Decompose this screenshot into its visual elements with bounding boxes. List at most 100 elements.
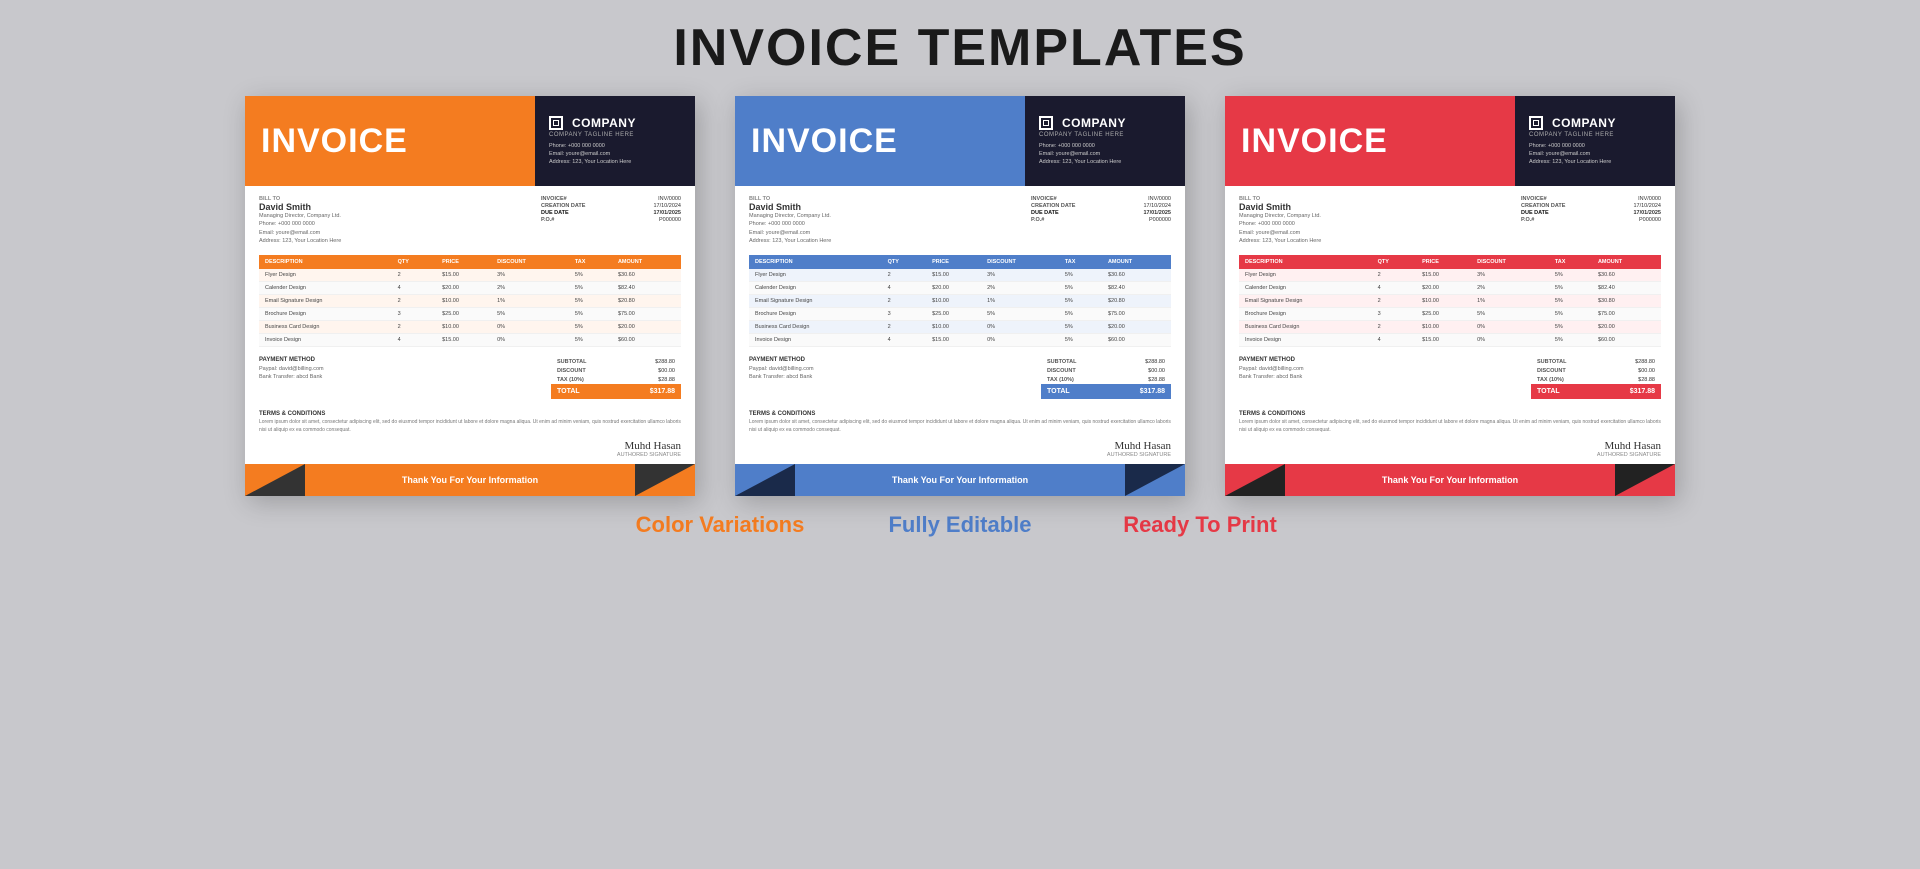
header-left: INVOICE bbox=[735, 96, 1025, 186]
table-cell: Flyer Design bbox=[259, 269, 392, 282]
invoice-value: INV/0000 bbox=[1148, 196, 1171, 202]
signature-section: Muhd Hasan Authored Signature bbox=[1225, 438, 1675, 464]
summary-tax: TAX (10%) $28.88 bbox=[1531, 375, 1661, 384]
meta-invoice: INVOICE# INV/0000 bbox=[541, 196, 681, 202]
table-row: Brochure Design3$25.005%5%$75.00 bbox=[749, 308, 1171, 321]
table-cell: 3% bbox=[491, 269, 569, 282]
card-footer: Thank You For Your Information bbox=[735, 464, 1185, 496]
template-card-red: INVOICE COMPANY COMPANY TAGLINE HERE Pho… bbox=[1225, 96, 1675, 496]
table-header: DISCOUNT bbox=[981, 255, 1059, 269]
table-header: DESCRIPTION bbox=[259, 255, 392, 269]
table-cell: 5% bbox=[1059, 295, 1102, 308]
bill-right: INVOICE# INV/0000 CREATION DATE 17/10/20… bbox=[1521, 196, 1661, 245]
payment-label: PAYMENT METHOD bbox=[1239, 357, 1531, 363]
po-value: P000000 bbox=[659, 217, 681, 223]
table-cell: $20.00 bbox=[1592, 321, 1661, 334]
creation-value: 17/10/2024 bbox=[1143, 203, 1171, 209]
table-row: Brochure Design3$25.005%5%$75.00 bbox=[259, 308, 681, 321]
payment-label: PAYMENT METHOD bbox=[749, 357, 1041, 363]
footer-triangle-left bbox=[245, 464, 305, 496]
table-row: Email Signature Design2$10.001%5%$30.80 bbox=[1239, 295, 1661, 308]
card-footer: Thank You For Your Information bbox=[1225, 464, 1675, 496]
table-cell: $60.00 bbox=[1102, 334, 1171, 347]
company-tagline: COMPANY TAGLINE HERE bbox=[1039, 132, 1124, 138]
feature-label-0: Color Variations bbox=[620, 512, 820, 538]
company-info: Phone: +000 000 0000 Email: youre@email.… bbox=[1529, 142, 1611, 167]
table-cell: 2 bbox=[392, 269, 436, 282]
company-address: Address: 123, Your Location Here bbox=[1529, 158, 1611, 166]
due-value: 17/01/2025 bbox=[1633, 210, 1661, 216]
po-value: P000000 bbox=[1149, 217, 1171, 223]
table-row: Business Card Design2$10.000%5%$20.00 bbox=[749, 321, 1171, 334]
table-cell: $20.00 bbox=[436, 282, 491, 295]
table-cell: 5% bbox=[1549, 282, 1592, 295]
client-title: Managing Director, Company Ltd. bbox=[1239, 212, 1521, 220]
table-cell: 0% bbox=[981, 321, 1059, 334]
table-row: Flyer Design2$15.003%5%$30.60 bbox=[749, 269, 1171, 282]
meta-due: DUE DATE 17/01/2025 bbox=[541, 210, 681, 216]
table-cell: 0% bbox=[1471, 321, 1549, 334]
terms-title: TERMS & CONDITIONS bbox=[259, 411, 681, 417]
table-row: Calender Design4$20.002%5%$82.40 bbox=[1239, 282, 1661, 295]
bill-left: BILL TO David Smith Managing Director, C… bbox=[749, 196, 1031, 245]
footer-text: Thank You For Your Information bbox=[892, 475, 1028, 485]
table-cell: 2 bbox=[392, 321, 436, 334]
table-cell: 2 bbox=[1372, 269, 1416, 282]
footer-triangle-right bbox=[1125, 464, 1185, 496]
po-label: P.O.# bbox=[541, 217, 554, 223]
table-header: QTY bbox=[882, 255, 926, 269]
table-cell: 2 bbox=[392, 295, 436, 308]
total-value: $317.88 bbox=[1630, 388, 1655, 395]
table-cell: $30.60 bbox=[1592, 269, 1661, 282]
meta-creation: CREATION DATE 17/10/2024 bbox=[1031, 203, 1171, 209]
meta-due: DUE DATE 17/01/2025 bbox=[1521, 210, 1661, 216]
total-value: $317.88 bbox=[650, 388, 675, 395]
table-header: TAX bbox=[1549, 255, 1592, 269]
company-icon bbox=[1039, 116, 1053, 130]
client-address: Address: 123, Your Location Here bbox=[259, 237, 541, 245]
meta-po: P.O.# P000000 bbox=[1521, 217, 1661, 223]
payment-section: PAYMENT METHOD Paypal: david@billing.com… bbox=[735, 351, 1185, 405]
discount-label: DISCOUNT bbox=[557, 368, 586, 374]
header-right: COMPANY COMPANY TAGLINE HERE Phone: +000… bbox=[1025, 96, 1185, 186]
tax-value: $28.88 bbox=[658, 377, 675, 383]
table-cell: $15.00 bbox=[1416, 334, 1471, 347]
payment-right: SUBTOTAL $288.80 DISCOUNT $00.00 TAX (10… bbox=[1531, 357, 1661, 399]
company-address: Address: 123, Your Location Here bbox=[1039, 158, 1121, 166]
table-cell: 3% bbox=[1471, 269, 1549, 282]
table-cell: 5% bbox=[981, 308, 1059, 321]
card-header: INVOICE COMPANY COMPANY TAGLINE HERE Pho… bbox=[245, 96, 695, 186]
table-cell: 5% bbox=[1059, 334, 1102, 347]
table-cell: $30.60 bbox=[1102, 269, 1171, 282]
subtotal-label: SUBTOTAL bbox=[1537, 359, 1566, 365]
signature-text: Muhd Hasan bbox=[259, 440, 681, 452]
terms-title: TERMS & CONDITIONS bbox=[749, 411, 1171, 417]
signature-section: Muhd Hasan Authored Signature bbox=[245, 438, 695, 464]
company-phone: Phone: +000 000 0000 bbox=[1039, 142, 1121, 150]
company-name: COMPANY bbox=[1552, 116, 1616, 130]
client-phone: Phone: +000 000 0000 bbox=[1239, 220, 1521, 228]
invoice-value: INV/0000 bbox=[1638, 196, 1661, 202]
table-row: Calender Design4$20.002%5%$82.40 bbox=[259, 282, 681, 295]
table-cell: 5% bbox=[569, 282, 612, 295]
table-cell: 5% bbox=[1549, 295, 1592, 308]
table-row: Flyer Design2$15.003%5%$30.60 bbox=[1239, 269, 1661, 282]
table-cell: $10.00 bbox=[1416, 295, 1471, 308]
payment-right: SUBTOTAL $288.80 DISCOUNT $00.00 TAX (10… bbox=[1041, 357, 1171, 399]
table-cell: Calender Design bbox=[259, 282, 392, 295]
template-card-blue: INVOICE COMPANY COMPANY TAGLINE HERE Pho… bbox=[735, 96, 1185, 496]
signature-label: Authored Signature bbox=[749, 452, 1171, 458]
signature-label: Authored Signature bbox=[1239, 452, 1661, 458]
summary-discount: DISCOUNT $00.00 bbox=[1041, 366, 1171, 375]
table-header: DESCRIPTION bbox=[1239, 255, 1372, 269]
table-cell: 5% bbox=[1549, 269, 1592, 282]
card-footer: Thank You For Your Information bbox=[245, 464, 695, 496]
table-cell: Invoice Design bbox=[1239, 334, 1372, 347]
table-header-row: DESCRIPTIONQTYPRICEDISCOUNTTAXAMOUNT bbox=[1239, 255, 1661, 269]
header-left: INVOICE bbox=[1225, 96, 1515, 186]
bill-left: BILL TO David Smith Managing Director, C… bbox=[259, 196, 541, 245]
table-header: QTY bbox=[392, 255, 436, 269]
table-cell: $15.00 bbox=[436, 334, 491, 347]
templates-row: INVOICE COMPANY COMPANY TAGLINE HERE Pho… bbox=[0, 96, 1920, 496]
subtotal-value: $288.80 bbox=[655, 359, 675, 365]
